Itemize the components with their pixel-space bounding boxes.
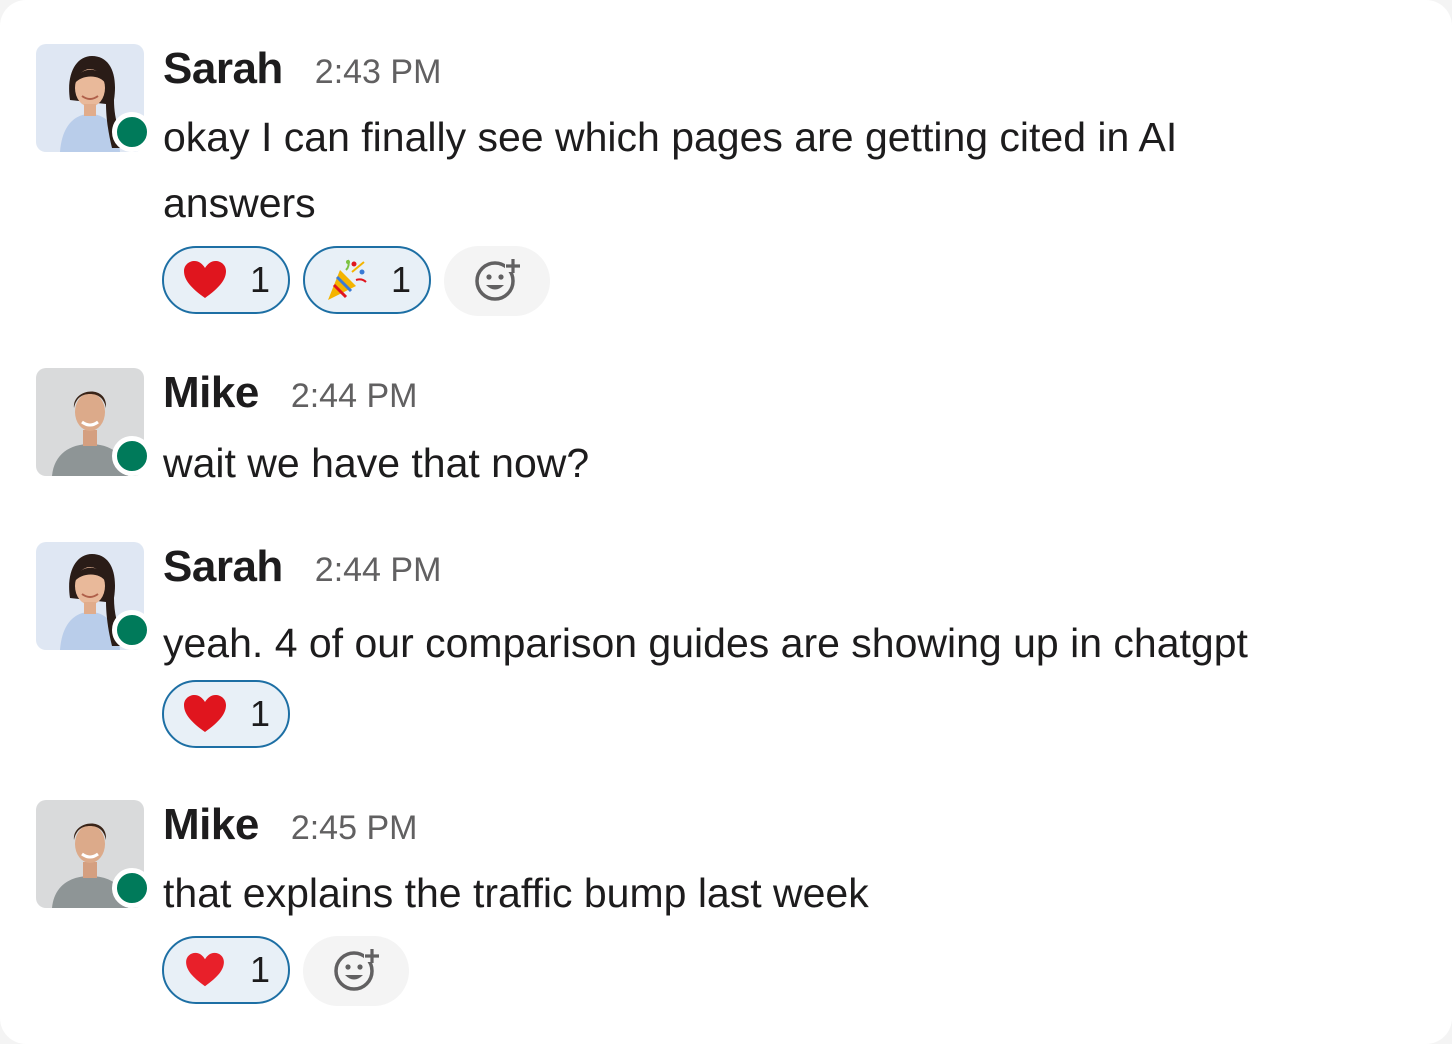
conversation-panel: Sarah 2:43 PM okay I can finally see whi…: [0, 0, 1452, 1044]
author-name[interactable]: Sarah: [163, 542, 283, 592]
reaction-count: 1: [250, 949, 271, 990]
author-name[interactable]: Sarah: [163, 44, 283, 94]
message-header: Sarah 2:43 PM: [163, 44, 441, 100]
heart-icon: [182, 257, 228, 303]
timestamp[interactable]: 2:44 PM: [291, 377, 418, 416]
reaction-count: 1: [250, 259, 271, 300]
avatar-sarah[interactable]: [36, 44, 152, 152]
timestamp[interactable]: 2:44 PM: [315, 551, 442, 590]
message-text: yeah. 4 of our comparison guides are sho…: [163, 620, 1248, 666]
heart-icon: [182, 691, 228, 737]
online-status-dot: [112, 610, 152, 650]
timestamp[interactable]: 2:43 PM: [315, 53, 442, 92]
avatar-mike[interactable]: [36, 368, 152, 476]
reaction-bar: 1: [162, 936, 410, 1006]
message-header: Sarah 2:44 PM: [163, 542, 441, 598]
message-header: Mike 2:44 PM: [163, 368, 417, 424]
reaction-bar: 1: [162, 680, 291, 748]
online-status-dot: [112, 436, 152, 476]
message-header: Mike 2:45 PM: [163, 800, 417, 856]
reaction-party[interactable]: 1: [303, 246, 432, 314]
reaction-bar: 1 1: [162, 246, 551, 316]
online-status-dot: [112, 868, 152, 908]
add-reaction-button[interactable]: [303, 936, 410, 1006]
add-emoji-icon: [473, 256, 522, 307]
add-reaction-button[interactable]: [444, 246, 551, 316]
timestamp[interactable]: 2:45 PM: [291, 809, 418, 848]
party-popper-icon: [323, 257, 369, 303]
reaction-heart[interactable]: 1: [162, 246, 291, 314]
reaction-heart[interactable]: 1: [162, 936, 291, 1004]
reaction-heart[interactable]: 1: [162, 680, 291, 748]
reaction-count: 1: [391, 259, 412, 300]
reaction-count: 1: [250, 693, 271, 734]
message-text: okay I can finally see which pages are g…: [163, 114, 1178, 226]
heart-icon: [182, 947, 228, 993]
add-emoji-icon: [332, 946, 381, 997]
avatar-sarah[interactable]: [36, 542, 152, 650]
author-name[interactable]: Mike: [163, 368, 259, 418]
author-name[interactable]: Mike: [163, 800, 259, 850]
message-text: that explains the traffic bump last week: [163, 870, 869, 916]
avatar-mike[interactable]: [36, 800, 152, 908]
online-status-dot: [112, 112, 152, 152]
message-text: wait we have that now?: [163, 440, 590, 486]
